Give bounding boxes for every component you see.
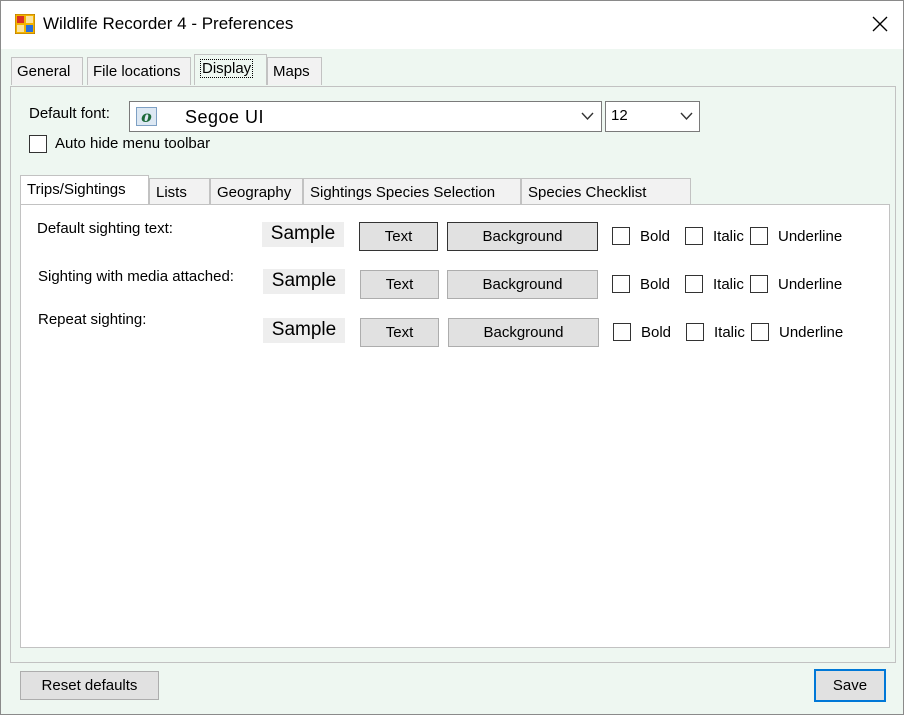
background-color-button[interactable]: Background: [447, 222, 598, 251]
tab-label: Display: [200, 59, 254, 78]
italic-label: Italic: [713, 276, 744, 293]
sample-preview: Sample: [263, 318, 345, 343]
tab-lists[interactable]: Lists: [149, 178, 210, 205]
italic-label: Italic: [713, 228, 744, 245]
bold-checkbox[interactable]: [613, 323, 631, 341]
tab-general[interactable]: General: [11, 57, 83, 85]
app-windows-icon: [14, 13, 36, 35]
text-color-button[interactable]: Text: [359, 222, 438, 251]
bold-label: Bold: [640, 228, 671, 245]
underline-label: Underline: [779, 324, 844, 341]
font-size-value: 12: [611, 107, 628, 124]
title-bar: Wildlife Recorder 4 - Preferences: [1, 1, 903, 49]
italic-checkbox[interactable]: [686, 323, 704, 341]
reset-defaults-button[interactable]: Reset defaults: [20, 671, 159, 700]
tab-label: Geography: [217, 184, 292, 201]
italic-label: Italic: [714, 324, 745, 341]
row-label: Sighting with media attached:: [38, 268, 234, 285]
default-font-label: Default font:: [29, 105, 110, 122]
tab-label: File locations: [93, 63, 181, 80]
background-color-button[interactable]: Background: [447, 270, 598, 299]
close-button[interactable]: [857, 1, 903, 49]
row-label: Default sighting text:: [37, 220, 173, 237]
preferences-window: Wildlife Recorder 4 - Preferences Genera…: [0, 0, 904, 715]
font-size-select[interactable]: 12: [605, 101, 700, 132]
chevron-down-icon: [680, 112, 693, 121]
text-color-button[interactable]: Text: [360, 318, 439, 347]
window-title: Wildlife Recorder 4 - Preferences: [43, 14, 294, 33]
underline-checkbox[interactable]: [751, 323, 769, 341]
background-color-button[interactable]: Background: [448, 318, 599, 347]
tab-label: Sightings Species Selection: [310, 184, 496, 201]
underline-label: Underline: [778, 276, 843, 293]
italic-checkbox[interactable]: [685, 275, 703, 293]
font-select-value: Segoe UI: [185, 107, 265, 127]
underline-label: Underline: [778, 228, 843, 245]
bold-label: Bold: [641, 324, 672, 341]
save-button[interactable]: Save: [814, 669, 886, 702]
tab-display[interactable]: Display: [194, 54, 267, 85]
tab-label: Species Checklist: [528, 184, 647, 201]
bold-checkbox[interactable]: [612, 227, 630, 245]
underline-checkbox[interactable]: [750, 227, 768, 245]
font-select[interactable]: o Segoe UI: [129, 101, 602, 132]
sample-preview: Sample: [262, 222, 344, 247]
chevron-down-icon: [581, 112, 594, 121]
sample-preview: Sample: [263, 269, 345, 294]
tab-label: Trips/Sightings: [27, 181, 126, 198]
auto-hide-checkbox[interactable]: [29, 135, 47, 153]
tab-sightings-species-selection[interactable]: Sightings Species Selection: [303, 178, 521, 205]
bold-label: Bold: [640, 276, 671, 293]
font-type-icon: o: [136, 107, 157, 126]
tab-label: Maps: [273, 63, 310, 80]
tab-label: Lists: [156, 184, 187, 201]
auto-hide-label: Auto hide menu toolbar: [55, 135, 211, 152]
row-label: Repeat sighting:: [38, 311, 147, 328]
bold-checkbox[interactable]: [612, 275, 630, 293]
close-icon: [872, 16, 888, 32]
tab-geography[interactable]: Geography: [210, 178, 303, 205]
tab-file-locations[interactable]: File locations: [87, 57, 191, 85]
tab-species-checklist[interactable]: Species Checklist: [521, 178, 691, 205]
text-color-button[interactable]: Text: [360, 270, 439, 299]
tab-trips-sightings[interactable]: Trips/Sightings: [20, 175, 149, 206]
underline-checkbox[interactable]: [750, 275, 768, 293]
tab-label: General: [17, 63, 71, 80]
italic-checkbox[interactable]: [685, 227, 703, 245]
tab-maps[interactable]: Maps: [267, 57, 322, 85]
